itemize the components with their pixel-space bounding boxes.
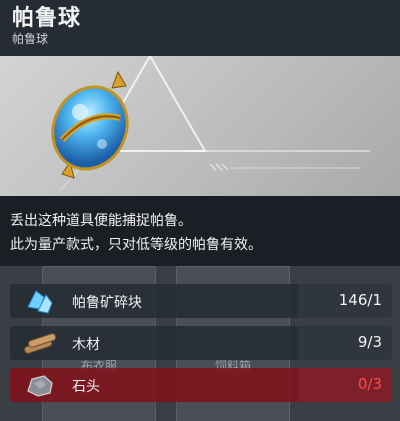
material-name: 木材 (72, 337, 100, 353)
item-header: 帕鲁球 帕鲁球 (0, 0, 400, 56)
item-art (0, 56, 400, 196)
pal-sphere-icon (51, 70, 129, 179)
material-row: 木材 9/3 (10, 326, 392, 360)
material-count: 0/3 (357, 375, 382, 393)
description-line-1: 丢出这种道具便能捕捉帕鲁。 (10, 213, 192, 229)
material-name: 石头 (72, 379, 100, 395)
stone-icon (27, 375, 53, 397)
wood-icon (24, 333, 57, 354)
description-line-2: 此为量产款式，只对低等级的帕鲁有效。 (10, 237, 262, 253)
item-subtitle: 帕鲁球 (12, 32, 49, 46)
material-row: 帕鲁矿碎块 146/1 (10, 284, 392, 318)
item-detail-panel: 帕鲁球 帕鲁球 丢出这种道具便能捕捉帕鲁。 此为量产款式，只对低等级的帕鲁有效。… (0, 0, 400, 421)
item-title: 帕鲁球 (12, 6, 82, 31)
pal-fluid-shard-icon (27, 290, 53, 314)
material-name: 帕鲁矿碎块 (72, 295, 142, 311)
material-count: 146/1 (338, 291, 382, 309)
material-count: 9/3 (357, 333, 382, 351)
item-description: 丢出这种道具便能捕捉帕鲁。 此为量产款式，只对低等级的帕鲁有效。 (0, 196, 400, 266)
material-row: 石头 0/3 (10, 368, 392, 402)
